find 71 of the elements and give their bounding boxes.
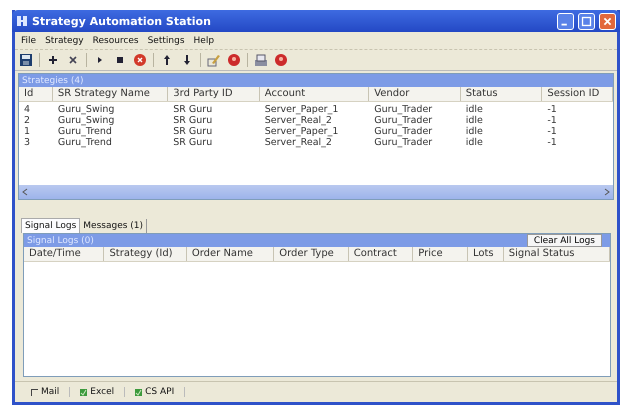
column-header[interactable]: Strategy (Id)	[104, 247, 187, 261]
alert-icon[interactable]	[274, 53, 288, 67]
tab[interactable]: Signal Logs	[21, 218, 80, 233]
table-cell-text: Server_Real_2	[264, 137, 333, 148]
plus-icon[interactable]	[46, 53, 60, 67]
tray-icon[interactable]	[254, 53, 268, 67]
table-cell-text: SR Guru	[172, 104, 214, 115]
column-header[interactable]: Order Name	[186, 247, 274, 261]
table-cell-text: Server_Paper_1	[264, 126, 340, 137]
column-header[interactable]: 3rd Party ID	[168, 87, 260, 101]
maximize-icon[interactable]	[578, 12, 595, 30]
checkbox[interactable]	[31, 388, 38, 396]
menu-item[interactable]: Resources	[92, 36, 139, 46]
table-cell-text: Guru_Trader	[373, 115, 434, 126]
edit-icon[interactable]	[207, 53, 221, 67]
scroll-right-icon[interactable]	[604, 188, 610, 196]
column-header[interactable]: Lots	[468, 247, 504, 261]
menu-item[interactable]: File	[21, 36, 36, 46]
menu-item[interactable]: Settings	[148, 36, 185, 46]
horizontal-scrollbar[interactable]	[19, 185, 613, 199]
column-header[interactable]: Account	[260, 87, 370, 101]
table-cell-text: idle	[464, 137, 484, 148]
table-cell-text: idle	[464, 104, 484, 115]
table-cell-text: Guru_Swing	[56, 104, 116, 115]
checkbox-label: Mail	[41, 387, 60, 397]
alert-icon[interactable]	[227, 53, 241, 67]
table-cell-text: idle	[464, 126, 484, 137]
table-cell-text: Server_Real_2	[264, 115, 333, 126]
column-header[interactable]: Signal Status	[504, 247, 610, 261]
table-cell-text: Guru_Trader	[373, 104, 434, 115]
table-cell-text: -1	[546, 137, 558, 148]
panel-title: Strategies (4)	[21, 76, 84, 86]
table-cell-text: Guru_Trend	[56, 137, 113, 148]
menu-item[interactable]: Help	[194, 36, 214, 46]
table-cell-text: SR Guru	[172, 137, 214, 148]
checkbox-label: Excel	[90, 387, 114, 397]
table-cell-text: 4	[23, 104, 32, 115]
table-cell-text: SR Guru	[172, 126, 214, 137]
window-title: Strategy Automation Station	[32, 14, 212, 28]
checkbox-label: CS API	[145, 387, 174, 397]
table-cell-text: Guru_Trader	[373, 126, 434, 137]
table-cell-text: 3	[23, 137, 32, 148]
column-header[interactable]: Status	[460, 87, 542, 101]
table-cell-text: 2	[23, 115, 32, 126]
table-cell-text: Server_Paper_1	[264, 104, 340, 115]
table-cell-text: -1	[546, 115, 558, 126]
table-cell-text: 1	[23, 126, 32, 137]
app-icon	[16, 15, 28, 27]
column-header[interactable]: Order Type	[274, 247, 349, 261]
table-cell-text: idle	[464, 115, 484, 126]
column-header[interactable]: Id	[19, 87, 53, 101]
table-cell-text: -1	[546, 126, 558, 137]
save-icon[interactable]	[19, 53, 33, 67]
column-header[interactable]: Vendor	[369, 87, 461, 101]
cancel-icon[interactable]	[133, 53, 147, 67]
column-header[interactable]: Price	[413, 247, 468, 261]
table-cell-text: Guru_Trend	[56, 126, 113, 137]
table-cell-text: Guru_Trader	[373, 137, 434, 148]
column-header[interactable]: Date/Time	[24, 247, 104, 261]
column-header[interactable]: Session ID	[542, 87, 613, 101]
column-header[interactable]: SR Strategy Name	[52, 87, 168, 101]
close-icon[interactable]	[599, 12, 616, 30]
menu-item[interactable]: Strategy	[45, 36, 84, 46]
clear-logs-button[interactable]: Clear All Logs	[526, 234, 602, 247]
table-cell-text: SR Guru	[172, 115, 214, 126]
scroll-left-icon[interactable]	[22, 188, 28, 196]
minimize-icon[interactable]	[557, 12, 574, 30]
table-cell-text: Guru_Swing	[56, 115, 116, 126]
panel-title: Signal Logs (0)	[26, 236, 94, 246]
column-header[interactable]: Contract	[348, 247, 414, 261]
table-cell-text: -1	[546, 104, 558, 115]
